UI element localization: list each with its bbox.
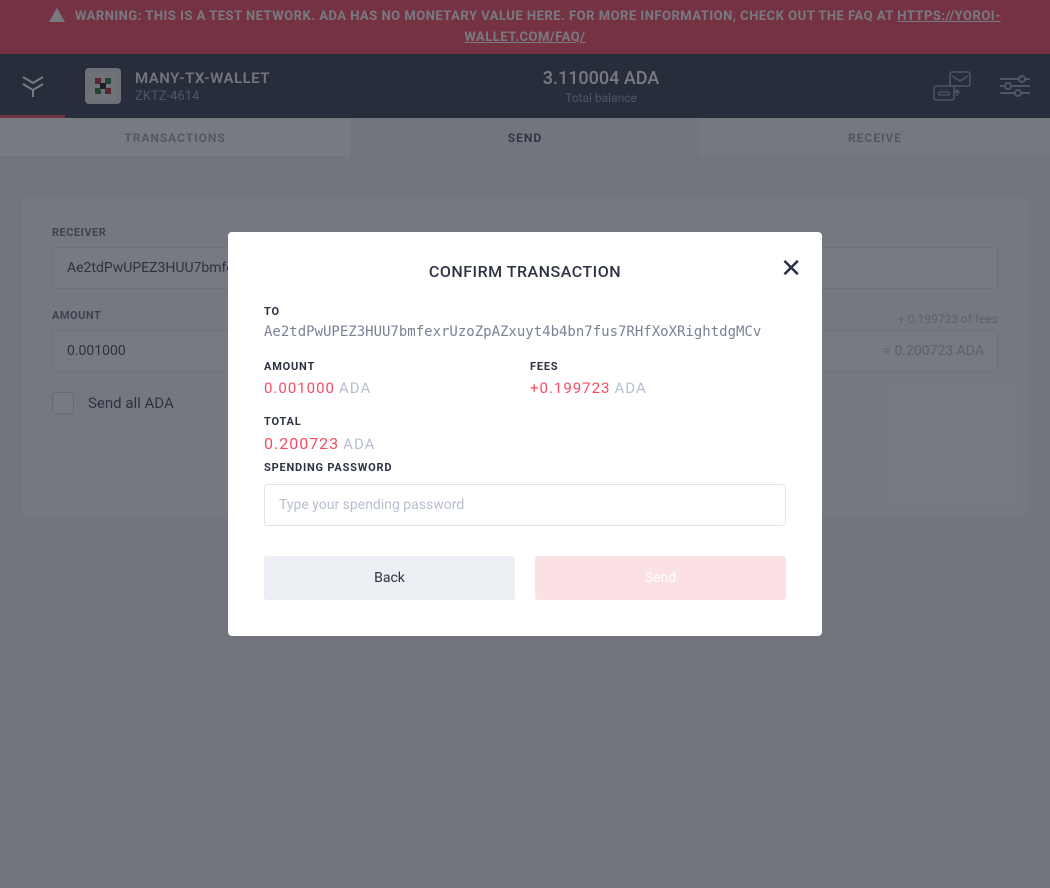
close-icon[interactable]: ✕ [780,256,802,282]
modal-amount-value: 0.001000ADA [264,379,520,397]
confirm-transaction-modal: CONFIRM TRANSACTION ✕ TO Ae2tdPwUPEZ3HUU… [228,232,822,636]
modal-overlay: CONFIRM TRANSACTION ✕ TO Ae2tdPwUPEZ3HUU… [0,0,1050,888]
modal-total-label: TOTAL [264,415,786,428]
send-button[interactable]: Send [535,556,786,600]
spending-password-input[interactable] [264,484,786,526]
spending-password-label: SPENDING PASSWORD [264,461,786,474]
back-button[interactable]: Back [264,556,515,600]
modal-amount-label: AMOUNT [264,360,520,373]
modal-fees-value: +0.199723ADA [530,379,786,397]
modal-total-value: 0.200723ADA [264,434,786,453]
modal-fees-label: FEES [530,360,786,373]
modal-title: CONFIRM TRANSACTION [264,262,786,281]
to-label: TO [264,305,786,318]
to-address: Ae2tdPwUPEZ3HUU7bmfexrUzoZpAZxuyt4b4bn7f… [264,324,786,340]
